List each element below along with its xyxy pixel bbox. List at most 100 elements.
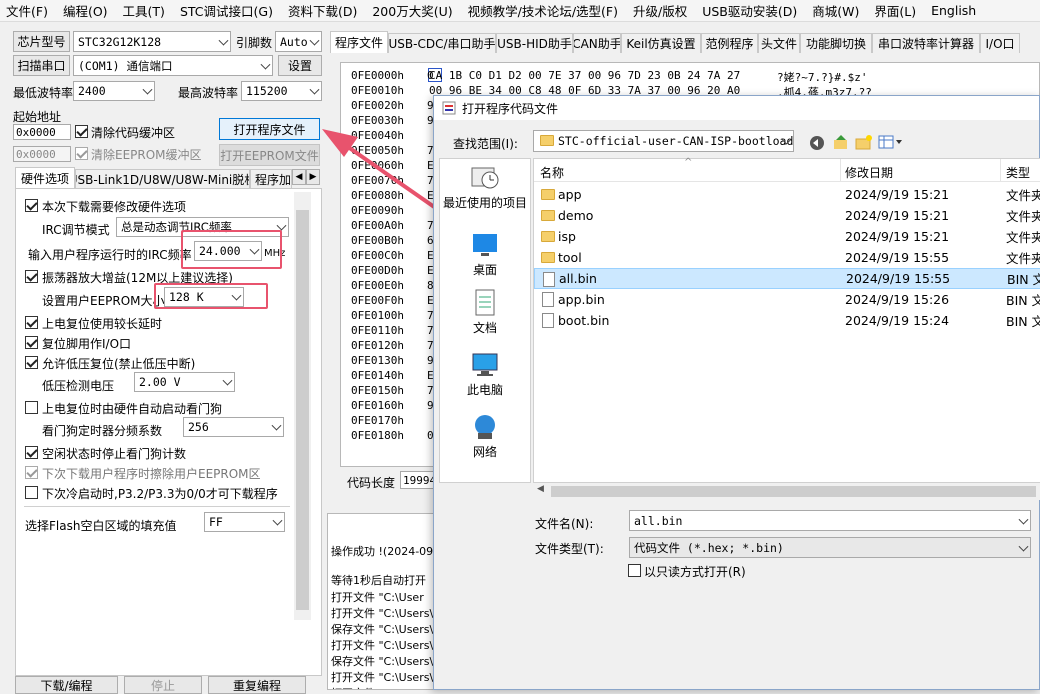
irc-mode-label: IRC调节模式	[42, 223, 110, 237]
file-list-hscrollbar[interactable]: ◀	[533, 483, 1040, 500]
log-line: 等待1秒后自动打开	[331, 574, 426, 587]
file-row[interactable]: isp 2024/9/19 15:21 文件夹	[534, 226, 1040, 247]
chip-model-select[interactable]: STC32G12K128	[73, 31, 231, 52]
osc-gain-checkbox[interactable]	[25, 270, 38, 283]
scrollbar-thumb[interactable]	[551, 486, 1036, 497]
file-row[interactable]: demo 2024/9/19 15:21 文件夹	[534, 205, 1040, 226]
low-voltage-reset-checkbox[interactable]	[25, 356, 38, 369]
por-delay-checkbox[interactable]	[25, 316, 38, 329]
file-row[interactable]: all.bin 2024/9/19 15:55 BIN 文	[534, 268, 1040, 289]
file-row[interactable]: app 2024/9/19 15:21 文件夹	[534, 184, 1040, 205]
place-this-pc[interactable]: 此电脑	[440, 351, 530, 398]
max-baud-select[interactable]: 115200	[241, 81, 322, 101]
min-baud-select[interactable]: 2400	[73, 81, 155, 101]
eeprom-start-address-input[interactable]: 0x0000	[13, 146, 71, 162]
erase-eeprom-checkbox[interactable]	[25, 466, 38, 479]
menu-item[interactable]: 界面(L)	[874, 1, 916, 20]
stop-button[interactable]: 停止	[124, 676, 202, 694]
lvd-voltage-select[interactable]: 2.00 V	[134, 372, 235, 392]
column-type[interactable]: 类型	[1006, 164, 1030, 181]
place-desktop[interactable]: 桌面	[440, 231, 530, 278]
menu-item[interactable]: English	[931, 3, 976, 18]
update-options-checkbox[interactable]	[25, 199, 38, 212]
look-in-select[interactable]: STC-official-user-CAN-ISP-bootloader	[533, 130, 794, 152]
column-date[interactable]: 修改日期	[845, 164, 893, 181]
settings-button[interactable]: 设置	[278, 55, 322, 76]
irc-freq-highlight	[181, 230, 282, 269]
menu-item[interactable]: 文件(F)	[6, 1, 48, 20]
hex-data: CA 1B C0 D1 D2 00 7E 37 00 96 7D 23 0B 2…	[429, 69, 741, 82]
place-label: 最近使用的项目	[442, 196, 527, 210]
chevron-down-icon	[1018, 541, 1029, 552]
tab-right-7[interactable]: 功能脚切换	[800, 33, 872, 53]
pins-select[interactable]: Auto	[275, 31, 322, 52]
filetype-select[interactable]: 代码文件 (*.hex; *.bin)	[629, 537, 1031, 558]
chevron-left-icon[interactable]: ◀	[537, 484, 544, 494]
file-date: 2024/9/19 15:55	[845, 250, 950, 265]
port-select[interactable]: (COM1) 通信端口	[73, 55, 273, 76]
p32-p33-checkbox[interactable]	[25, 486, 38, 499]
tab-right-1[interactable]: USB-CDC/串口助手	[388, 33, 496, 53]
file-type: 文件夹	[1006, 209, 1040, 224]
file-date: 2024/9/19 15:21	[845, 187, 950, 202]
menu-item[interactable]: 升级/版权	[633, 1, 687, 20]
scan-port-button[interactable]: 扫描串口	[13, 55, 70, 76]
file-row[interactable]: tool 2024/9/19 15:55 文件夹	[534, 247, 1040, 268]
place-network[interactable]: 网络	[440, 413, 530, 460]
file-name: app.bin	[558, 292, 605, 307]
clear-eeprom-buffer-checkbox[interactable]	[75, 147, 88, 160]
file-icon	[542, 292, 554, 307]
menu-item[interactable]: 商城(W)	[812, 1, 859, 20]
up-folder-icon[interactable]	[833, 134, 849, 150]
filename-label: 文件名(N):	[535, 517, 594, 531]
menu-item[interactable]: 200万大奖(U)	[372, 1, 452, 20]
wdt-auto-start-checkbox[interactable]	[25, 401, 38, 414]
pins-value: Auto	[280, 34, 308, 49]
menu-item[interactable]: STC调试接口(G)	[180, 1, 273, 20]
tab-right-8[interactable]: 串口波特率计算器	[872, 33, 980, 53]
place-documents[interactable]: 文档	[440, 289, 530, 336]
menu-item[interactable]: 工具(T)	[123, 1, 165, 20]
repeat-program-button[interactable]: 重复编程	[208, 676, 306, 694]
readonly-checkbox[interactable]	[628, 564, 641, 577]
recent-items-icon	[470, 164, 500, 192]
tab-right-0[interactable]: 程序文件	[330, 31, 388, 53]
clear-code-buffer-checkbox[interactable]	[75, 125, 88, 138]
file-row[interactable]: boot.bin 2024/9/19 15:24 BIN 文	[534, 310, 1040, 331]
file-row[interactable]: app.bin 2024/9/19 15:26 BIN 文	[534, 289, 1040, 310]
back-icon[interactable]	[809, 135, 825, 151]
wdt-prescaler-select[interactable]: 256	[183, 417, 284, 437]
fill-value-select[interactable]: FF	[204, 512, 285, 532]
filetype-label: 文件类型(T):	[535, 542, 604, 556]
tab-right-4[interactable]: Keil仿真设置	[621, 33, 701, 53]
clear-eeprom-buffer-label: 清除EEPROM缓冲区	[91, 148, 202, 162]
tab-program-encrypt[interactable]: 程序加	[250, 169, 292, 189]
menu-item[interactable]: 编程(O)	[63, 1, 108, 20]
app-icon	[442, 101, 456, 115]
reset-pin-io-checkbox[interactable]	[25, 336, 38, 349]
menu-item[interactable]: 视频教学/技术论坛/选型(F)	[468, 1, 618, 20]
new-folder-icon[interactable]	[855, 134, 873, 150]
chip-model-button[interactable]: 芯片型号	[13, 31, 70, 52]
download-program-button[interactable]: 下载/编程	[15, 676, 118, 694]
hex-address: 0FE0180h	[351, 429, 404, 442]
tab-right-6[interactable]: 头文件	[758, 33, 800, 53]
filename-input[interactable]: all.bin	[629, 510, 1031, 531]
tab-usb-link[interactable]: USB-Link1D/U8W/U8W-Mini脱机	[75, 169, 250, 189]
folder-icon	[541, 210, 555, 221]
column-name[interactable]: 名称	[540, 164, 564, 181]
file-date: 2024/9/19 15:55	[846, 271, 951, 286]
code-start-address-input[interactable]: 0x0000	[13, 124, 71, 140]
fill-value-value: FF	[209, 515, 223, 529]
this-pc-icon	[470, 351, 500, 379]
tab-hardware-options[interactable]: 硬件选项	[15, 167, 75, 189]
tab-right-3[interactable]: CAN助手	[573, 33, 621, 53]
place-recent-items[interactable]: 最近使用的项目	[440, 164, 530, 211]
wdt-idle-stop-checkbox[interactable]	[25, 446, 38, 459]
tab-right-2[interactable]: USB-HID助手	[496, 33, 573, 53]
menu-item[interactable]: USB驱动安装(D)	[702, 1, 797, 20]
menu-item[interactable]: 资料下载(D)	[288, 1, 357, 20]
tab-right-5[interactable]: 范例程序	[701, 33, 758, 53]
view-menu-icon[interactable]	[878, 134, 904, 150]
tab-right-9[interactable]: I/O口	[980, 33, 1020, 53]
